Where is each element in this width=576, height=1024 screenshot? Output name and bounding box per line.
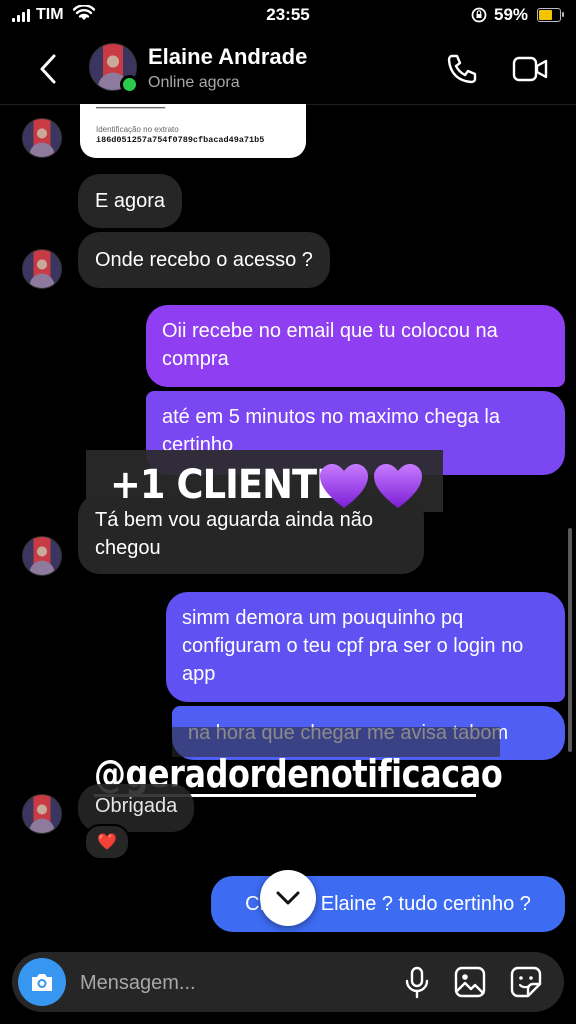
camera-button[interactable] <box>18 958 66 1006</box>
contact-status: Online agora <box>148 74 240 91</box>
message-outgoing[interactable]: simm demora um pouquinho pq configuram o… <box>166 592 565 702</box>
receipt-cut-line: ▁▁▁▁▁▁▁▁▁▁ <box>96 104 165 109</box>
contact-name[interactable]: Elaine Andrade <box>148 44 307 70</box>
message-outgoing[interactable]: Oii recebe no email que tu colocou na co… <box>146 305 565 387</box>
sticker-icon[interactable] <box>509 965 543 999</box>
heart-reaction[interactable]: ❤️ <box>84 824 130 860</box>
message-composer <box>12 952 564 1012</box>
message-text: E agora <box>95 190 166 212</box>
clock: 23:55 <box>266 5 310 24</box>
avatar[interactable] <box>22 536 62 576</box>
status-bar: TIM 23:55 59% <box>0 0 576 34</box>
gallery-icon[interactable] <box>454 966 486 998</box>
receipt-image-message[interactable]: ▁▁▁▁▁▁▁▁▁▁ Identificação no extrato i86d… <box>80 104 306 158</box>
message-text: Tá bem vou aguarda ainda não chegou <box>95 509 373 559</box>
purple-heart-icon <box>374 464 422 508</box>
clients-sticker-text: +1 CLIENTE <box>110 462 341 508</box>
message-text: simm demora um pouquinho pq configuram o… <box>182 607 524 685</box>
chat-header: Elaine Andrade Online agora <box>0 34 576 105</box>
purple-heart-icon <box>320 464 368 508</box>
back-icon[interactable] <box>34 52 64 86</box>
microphone-icon[interactable] <box>404 966 430 1000</box>
video-call-icon[interactable] <box>512 54 548 84</box>
avatar[interactable] <box>22 249 62 289</box>
receipt-label: Identificação no extrato <box>96 125 179 134</box>
online-indicator <box>120 75 139 94</box>
avatar[interactable] <box>22 794 62 834</box>
message-input[interactable] <box>78 968 382 998</box>
camera-icon <box>32 974 52 991</box>
rotation-lock-icon <box>471 7 487 23</box>
battery-percent: 59% <box>494 5 529 24</box>
phone-icon[interactable] <box>443 51 479 87</box>
purple-hearts-sticker <box>318 462 424 510</box>
message-text: Obrigada <box>95 795 178 817</box>
scrollbar[interactable] <box>568 528 572 752</box>
scroll-to-bottom-button[interactable] <box>260 870 316 926</box>
message-incoming[interactable]: Onde recebo o acesso ? <box>78 232 330 288</box>
message-incoming[interactable]: E agora <box>78 174 183 228</box>
message-text: até em 5 minutos no maximo chega la cert… <box>162 406 500 456</box>
battery-icon <box>537 8 564 22</box>
message-text: Oii recebe no email que tu colocou na co… <box>162 320 498 370</box>
chevron-down-icon <box>276 891 300 905</box>
avatar[interactable] <box>22 118 62 158</box>
message-text: Onde recebo o acesso ? <box>95 249 313 271</box>
receipt-value: i86d051257a754f0789cfbacad49a71b5 <box>96 135 265 145</box>
